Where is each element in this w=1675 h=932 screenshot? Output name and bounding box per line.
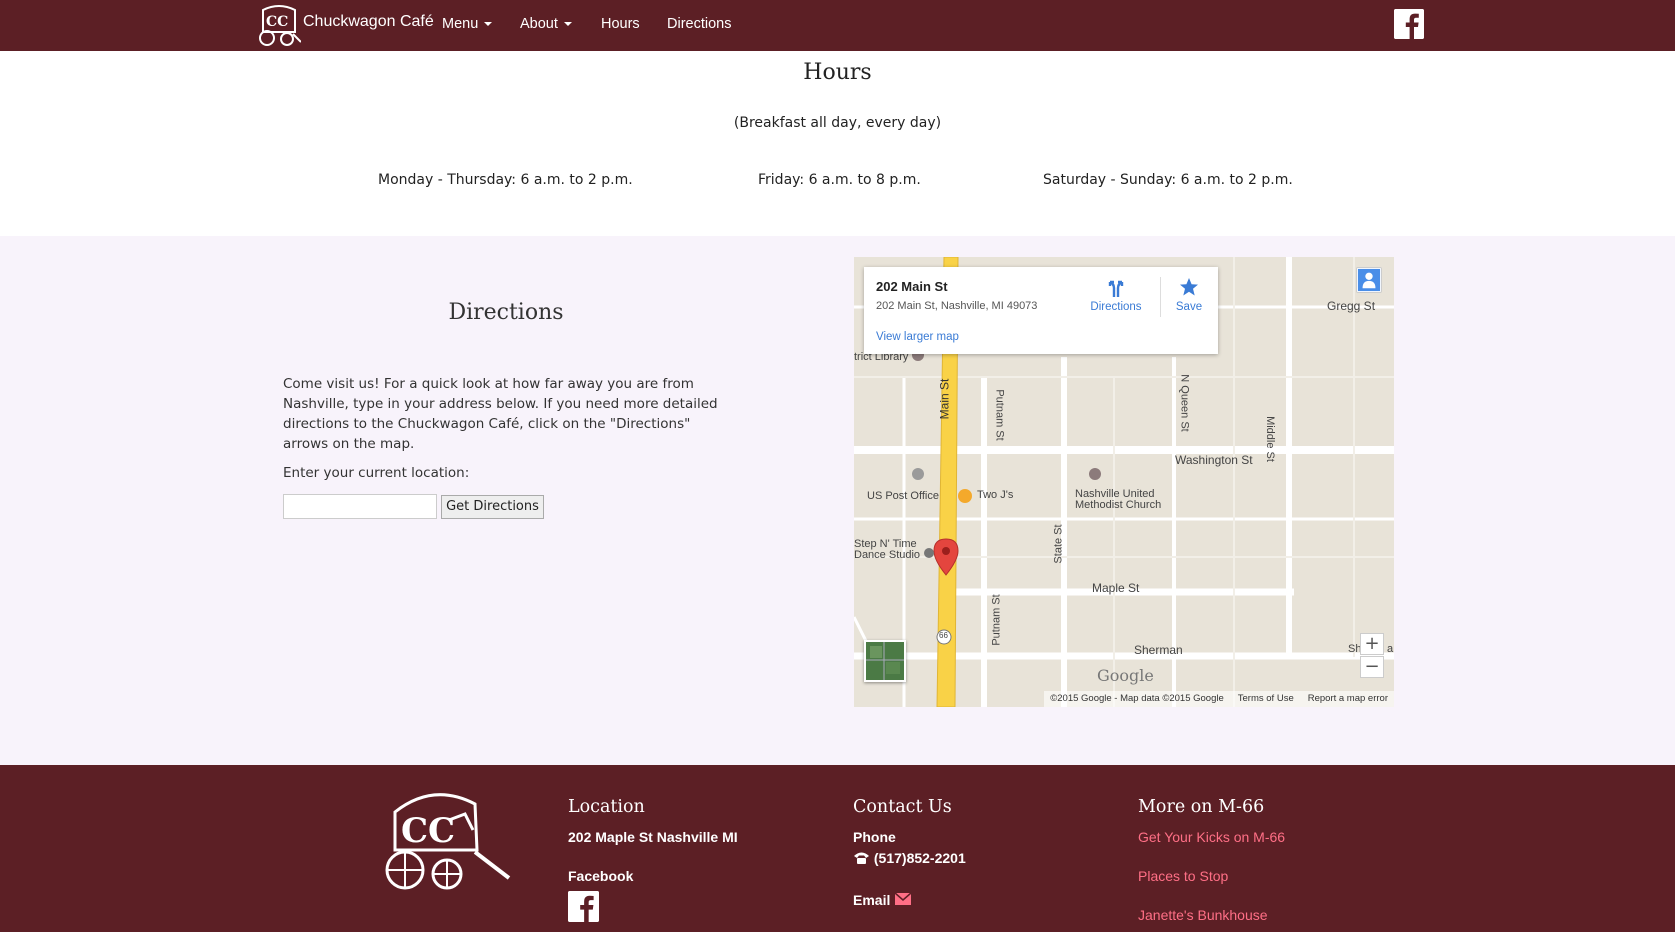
route-66-shield: 66 bbox=[939, 631, 948, 640]
map-label-dance-studio: Step N' Time Dance Studio bbox=[854, 538, 921, 561]
get-directions-button[interactable]: Get Directions bbox=[441, 495, 544, 519]
map-label-a-right: a bbox=[1387, 643, 1394, 655]
footer-link-places[interactable]: Places to Stop bbox=[1138, 868, 1228, 884]
map-label-sherman: Sherman bbox=[1134, 643, 1183, 657]
zoom-in-button[interactable]: + bbox=[1360, 633, 1384, 655]
footer-more-heading: More on M-66 bbox=[1138, 797, 1265, 817]
map-label-church: Nashville United Methodist Church bbox=[1075, 488, 1162, 511]
map-label-washington: Washington St bbox=[1175, 453, 1253, 467]
map-label-putnam-bottom: Putnam St bbox=[990, 594, 1003, 646]
nav-hours[interactable]: Hours bbox=[601, 16, 640, 32]
nav-directions[interactable]: Directions bbox=[667, 16, 731, 32]
terms-of-use-link[interactable]: Terms of Use bbox=[1238, 693, 1294, 704]
hours-mon-thu: Monday - Thursday: 6 a.m. to 2 p.m. bbox=[378, 172, 633, 188]
view-larger-map-link[interactable]: View larger map bbox=[876, 331, 959, 343]
map-card-title: 202 Main St bbox=[876, 279, 948, 294]
hours-subtitle: (Breakfast all day, every day) bbox=[733, 115, 942, 131]
report-map-error-link[interactable]: Report a map error bbox=[1308, 693, 1388, 704]
embedded-map[interactable]: trict Library Gregg St Main St Putnam St… bbox=[854, 257, 1394, 707]
hours-weekend: Saturday - Sunday: 6 a.m. to 2 p.m. bbox=[1043, 172, 1293, 188]
map-card-address: 202 Main St, Nashville, MI 49073 bbox=[876, 300, 1038, 312]
map-label-post-office: US Post Office bbox=[867, 490, 939, 502]
map-attribution: ©2015 Google - Map data ©2015 Google Term… bbox=[1044, 691, 1394, 707]
brand-name[interactable]: Chuckwagon Café bbox=[303, 13, 434, 31]
nav-menu[interactable]: Menu bbox=[442, 16, 493, 32]
location-input[interactable] bbox=[283, 494, 437, 519]
map-label-state: State St bbox=[1052, 524, 1065, 564]
satellite-toggle[interactable] bbox=[864, 640, 906, 682]
footer-phone[interactable]: (517)852-2201 bbox=[853, 850, 966, 866]
footer-location-heading: Location bbox=[568, 797, 645, 817]
map-label-putnam-top: Putnam St bbox=[993, 389, 1006, 441]
svg-text:CC: CC bbox=[266, 14, 288, 30]
star-icon bbox=[1180, 278, 1198, 296]
facebook-icon[interactable] bbox=[1394, 9, 1424, 39]
navbar: CC Chuckwagon Café Menu About Hours Dire… bbox=[0, 0, 1675, 51]
nav-about[interactable]: About bbox=[520, 16, 572, 32]
map-save-button[interactable]: Save bbox=[1164, 277, 1214, 313]
chuckwagon-logo-icon[interactable]: CC bbox=[257, 4, 301, 47]
map-label-main: Main St bbox=[937, 378, 952, 420]
footer-facebook-label: Facebook bbox=[568, 868, 634, 884]
footer-address: 202 Maple St Nashville MI bbox=[568, 829, 738, 845]
chevron-down-icon bbox=[484, 22, 493, 27]
chuckwagon-footer-logo-icon: CC bbox=[385, 793, 511, 890]
map-copyright: ©2015 Google - Map data ©2015 Google bbox=[1050, 693, 1224, 704]
directions-section: Directions Come visit us! For a quick lo… bbox=[0, 236, 1675, 765]
svg-text:CC: CC bbox=[401, 811, 455, 851]
zoom-out-button[interactable]: − bbox=[1360, 656, 1384, 678]
map-label-queen: N Queen St bbox=[1178, 374, 1191, 432]
phone-icon bbox=[854, 852, 869, 864]
footer: CC Location 202 Maple St Nashville MI Fa… bbox=[0, 765, 1675, 932]
directions-intro: Come visit us! For a quick look at how f… bbox=[283, 376, 718, 452]
map-label-middle: Middle St bbox=[1263, 416, 1276, 462]
footer-link-kicks[interactable]: Get Your Kicks on M-66 bbox=[1138, 829, 1285, 845]
map-label-gregg: Gregg St bbox=[1327, 299, 1376, 313]
hours-title: Hours bbox=[803, 60, 872, 85]
pegman-icon[interactable] bbox=[1356, 267, 1382, 293]
map-directions-button[interactable]: Directions bbox=[1086, 277, 1146, 313]
directions-arrow-icon bbox=[1108, 280, 1124, 297]
footer-phone-label: Phone bbox=[853, 829, 896, 845]
footer-link-bunkhouse[interactable]: Janette's Bunkhouse bbox=[1138, 907, 1268, 923]
envelope-icon bbox=[894, 892, 912, 905]
map-label-two-js: Two J's bbox=[977, 489, 1014, 501]
card-divider bbox=[1160, 277, 1161, 317]
footer-contact-heading: Contact Us bbox=[853, 797, 952, 817]
location-label: Enter your current location: bbox=[283, 465, 470, 481]
map-info-card: 202 Main St 202 Main St, Nashville, MI 4… bbox=[864, 267, 1218, 354]
map-label-maple: Maple St bbox=[1092, 581, 1140, 595]
google-logo: Google bbox=[1097, 666, 1154, 685]
chevron-down-icon bbox=[563, 22, 572, 27]
hours-friday: Friday: 6 a.m. to 8 p.m. bbox=[758, 172, 921, 188]
footer-email[interactable]: Email bbox=[853, 892, 912, 908]
facebook-icon[interactable] bbox=[568, 891, 599, 922]
directions-title: Directions bbox=[448, 300, 564, 325]
